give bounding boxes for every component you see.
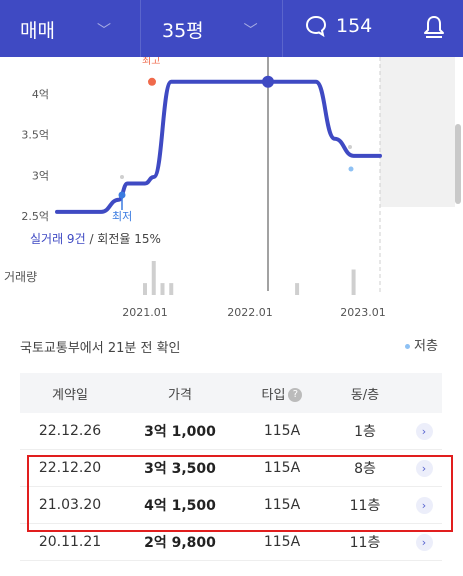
chart-scrollbar[interactable] <box>455 114 461 214</box>
volume-bar <box>295 283 300 295</box>
comment-count: 154 <box>336 15 373 37</box>
deal-type-label: 매매 <box>20 20 55 42</box>
header-price: 가격 <box>168 387 192 403</box>
lowest-floor-legend: 저층 <box>405 335 438 354</box>
divider <box>282 0 283 57</box>
legend-dot <box>405 344 410 349</box>
table-header: 계약일 가격 타입? 동/층 <box>20 373 442 413</box>
volume-bar <box>160 283 165 295</box>
bell-icon <box>424 16 444 38</box>
chevron-right-icon[interactable]: › <box>415 533 433 551</box>
turnover-rate: / 회전율 15% <box>89 232 161 246</box>
chevron-right-icon[interactable]: › <box>415 422 433 440</box>
trade-dot <box>120 175 124 179</box>
trade-dot <box>348 145 352 149</box>
volume-bar <box>151 261 156 295</box>
trade-count: 실거래 9건 <box>30 232 86 246</box>
row-floor: 1층 <box>354 424 376 440</box>
row-price: 3억 1,000 <box>144 424 216 440</box>
size-label: 35평 <box>162 20 204 42</box>
header-date: 계약일 <box>52 387 88 403</box>
y-tick-label: 2.5억 <box>21 210 49 223</box>
notification-button[interactable] <box>423 14 445 44</box>
x-tick-label: 2023.01 <box>340 306 386 319</box>
chevron-down-icon: ﹀ <box>96 22 111 39</box>
row-type: 115A <box>263 534 301 550</box>
selected-point[interactable] <box>262 75 274 88</box>
comment-icon <box>305 15 327 38</box>
legend-label: 저층 <box>414 339 438 354</box>
y-tick-label: 4억 <box>32 88 49 101</box>
row-floor: 11층 <box>349 535 381 551</box>
highest-point <box>148 77 156 86</box>
header-type: 타입? <box>240 384 324 403</box>
lowest-point <box>118 191 126 199</box>
header-floor: 동/층 <box>350 387 380 403</box>
top-bar: 매매 ﹀ 35평 ﹀ 154 <box>0 0 463 57</box>
volume-bar <box>143 283 147 295</box>
volume-label: 거래량 <box>4 270 37 284</box>
low-floor-dot <box>348 166 354 172</box>
y-tick-label: 3.5억 <box>21 129 49 142</box>
table-row[interactable]: 22.12.26 3억 1,000 115A 1층 › <box>20 413 442 450</box>
lowest-label: 최저 <box>112 210 132 223</box>
y-tick-label: 3억 <box>32 169 49 182</box>
row-price: 2억 9,800 <box>144 535 216 551</box>
row-date: 22.12.26 <box>38 423 102 439</box>
x-tick-label: 2021.01 <box>122 306 168 319</box>
help-icon[interactable]: ? <box>288 388 303 402</box>
highlight-box <box>27 455 453 532</box>
size-select[interactable]: 35평 ﹀ <box>162 16 258 43</box>
source-note: 국토교통부에서 21분 전 확인 <box>20 341 181 356</box>
row-type: 115A <box>263 423 301 439</box>
highest-label: 최고 <box>142 57 160 67</box>
trade-summary: 실거래 9건 / 회전율 15% <box>30 230 161 247</box>
price-chart-svg: 4억 3.5억 3억 2.5억 2021.01 2022.01 2023.01 최고 최저… <box>4 57 455 319</box>
volume-bar <box>351 269 356 295</box>
x-tick-label: 2022.01 <box>227 306 273 319</box>
row-date: 20.11.21 <box>38 534 102 550</box>
price-line <box>55 79 382 214</box>
comment-button[interactable]: 154 <box>304 14 372 38</box>
volume-bar <box>169 283 174 295</box>
future-area <box>380 57 455 207</box>
divider <box>140 0 141 57</box>
deal-type-select[interactable]: 매매 ﹀ <box>20 16 111 43</box>
price-chart[interactable]: 4억 3.5억 3억 2.5억 2021.01 2022.01 2023.01 최고 최저… <box>0 57 463 323</box>
chevron-down-icon: ﹀ <box>243 22 258 39</box>
